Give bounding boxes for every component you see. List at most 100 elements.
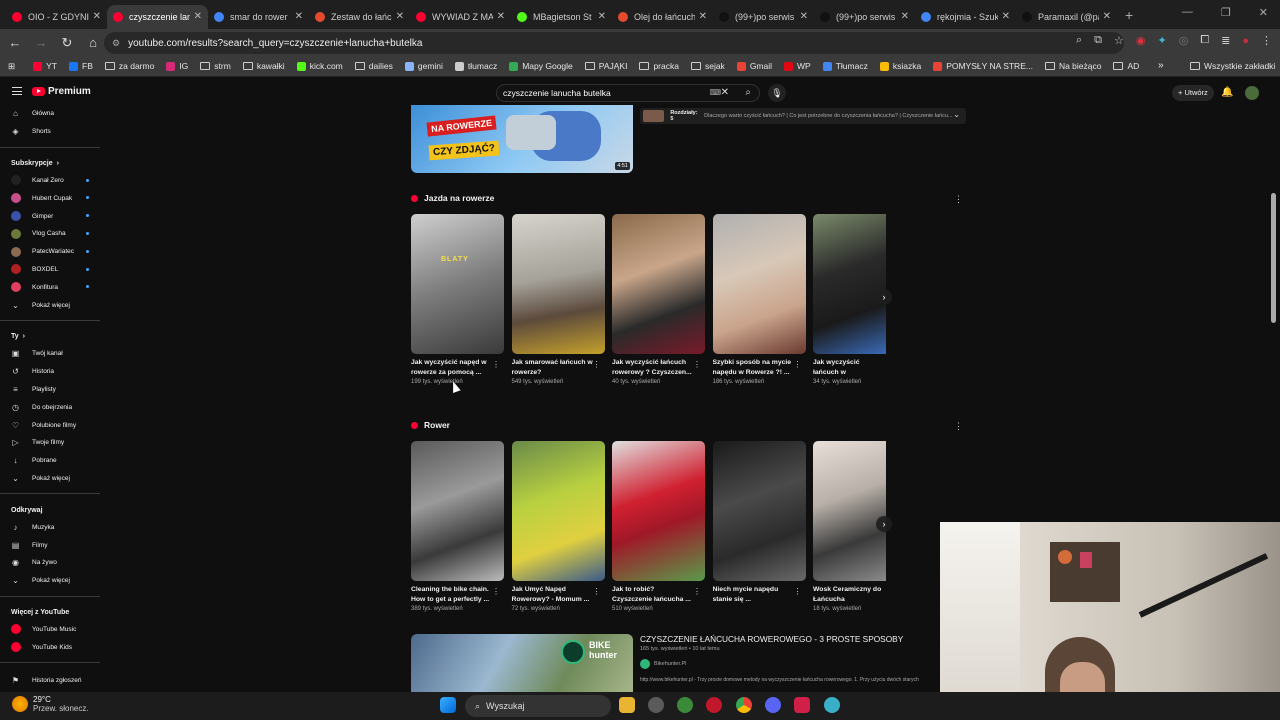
close-tab-icon[interactable]: ✕: [598, 11, 606, 22]
record-extension-icon[interactable]: ◉: [1136, 34, 1146, 47]
browser-tab[interactable]: czyszczenie lanu ✕: [107, 4, 208, 29]
short-more-icon[interactable]: ⋮: [492, 587, 500, 596]
bookmark-item[interactable]: tłumacz: [454, 61, 497, 71]
close-tab-icon[interactable]: ✕: [1002, 11, 1010, 22]
browser-tab[interactable]: (99+)po serwis ✕: [814, 5, 915, 29]
reload-icon[interactable]: ↻: [56, 35, 78, 51]
close-tab-icon[interactable]: ✕: [396, 11, 404, 22]
short-title[interactable]: Jak wyczyścić napęd w rowerze za pomocą …: [411, 358, 493, 377]
channel-link[interactable]: Bikehunter.Pl: [640, 659, 686, 669]
bookmark-item[interactable]: FB: [69, 61, 93, 71]
maximize-icon[interactable]: ❐: [1221, 6, 1231, 19]
video-thumbnail[interactable]: BIKE hunter: [411, 634, 633, 692]
weather-widget[interactable]: 29°C Przew. słonecz.: [12, 695, 89, 713]
short-thumbnail[interactable]: [712, 441, 806, 581]
short-thumbnail[interactable]: [612, 441, 705, 581]
short-more-icon[interactable]: ⋮: [693, 360, 701, 369]
short-more-icon[interactable]: ⋮: [794, 360, 802, 369]
short-title[interactable]: Szybki sposób na mycie napędu w Rowerze …: [713, 358, 795, 377]
shelf-more-icon[interactable]: ⋮: [954, 194, 963, 205]
bookmark-item[interactable]: WP: [784, 61, 811, 71]
bookmark-star-icon[interactable]: ☆: [1114, 34, 1124, 47]
sidebar-subscription[interactable]: PatecWariatec: [0, 243, 100, 261]
short-title[interactable]: Jak wyczyścić łańcuch rowerowy ? Czyszcz…: [612, 358, 694, 377]
short-thumbnail[interactable]: [511, 214, 605, 354]
sidebar-item-shorts[interactable]: ◈ Shorts: [0, 123, 100, 141]
sidebar-subscription[interactable]: Hubert Cupak: [0, 189, 100, 207]
create-button[interactable]: + Utwórz: [1172, 85, 1214, 101]
sidebar-item-report-history[interactable]: ⚑ Historia zgłoszeń: [0, 671, 100, 689]
bookmark-item[interactable]: Na bieżąco: [1044, 61, 1101, 71]
shelf-next-arrow-icon[interactable]: ›: [876, 516, 892, 532]
short-card[interactable]: Jak wyczyścić łańcuch w ekspresowym temp…: [813, 214, 886, 385]
sidebar-subscription[interactable]: BOXDEL: [0, 261, 100, 279]
sidebar-item-you[interactable]: ≡ Playlisty: [0, 381, 100, 399]
app-icon[interactable]: [648, 697, 664, 713]
short-card[interactable]: Szybki sposób na mycie napędu w Rowerze …: [712, 214, 806, 385]
short-title[interactable]: Niech mycie napędu stanie się ...: [713, 585, 795, 604]
short-title[interactable]: Jak wyczyścić łańcuch w ekspresowym temp…: [813, 358, 886, 377]
sidebar-item-you[interactable]: ▷ Twoje filmy: [0, 434, 100, 452]
bookmark-item[interactable]: Gmail: [736, 61, 772, 71]
sidebar-show-more[interactable]: ⌄ Pokaż więcej: [0, 296, 100, 314]
browser-tab[interactable]: smar do rower ✕: [208, 5, 309, 29]
short-title[interactable]: Jak Umyć Napęd Rowerowy? - Momum ...: [512, 585, 594, 604]
bookmark-item[interactable]: YT: [33, 61, 57, 71]
close-window-icon[interactable]: ✕: [1259, 6, 1268, 19]
short-more-icon[interactable]: ⋮: [593, 587, 601, 596]
forward-icon[interactable]: →: [30, 35, 52, 50]
sidebar-subscription[interactable]: Vlog Casha: [0, 225, 100, 243]
extension-icon[interactable]: ✦: [1157, 34, 1166, 47]
you-header[interactable]: Ty ›: [0, 329, 100, 345]
account-avatar[interactable]: [1245, 86, 1259, 100]
sidebar-subscription[interactable]: Konfitura: [0, 278, 100, 296]
short-title[interactable]: Wosk Ceramiczny do Łańcucha Rowerowego..…: [813, 585, 886, 604]
browser-tab[interactable]: Paramaxil (@pa ✕: [1016, 5, 1117, 29]
bookmark-item[interactable]: Mapy Google: [509, 61, 573, 71]
short-thumbnail[interactable]: [813, 214, 886, 354]
short-card[interactable]: Cleaning the bike chain. How to get a pe…: [411, 441, 504, 612]
short-thumbnail[interactable]: [411, 441, 504, 581]
close-tab-icon[interactable]: ✕: [699, 11, 707, 22]
search-input[interactable]: czyszczenie lanucha butelka ⌨ ✕ ⌕: [496, 84, 760, 102]
shelf-more-icon[interactable]: ⋮: [954, 421, 963, 432]
short-card[interactable]: Niech mycie napędu stanie się ... ⋮: [712, 441, 806, 606]
back-icon[interactable]: ←: [4, 35, 26, 50]
chevron-down-icon[interactable]: ⌄: [953, 110, 960, 119]
active-app-icon[interactable]: [794, 697, 810, 713]
discord-icon[interactable]: [765, 697, 781, 713]
windows-start-icon[interactable]: [440, 697, 456, 713]
address-bar[interactable]: ⚙ youtube.com/results?search_query=czysz…: [104, 32, 1124, 54]
sidebar-item-you[interactable]: ↓ Pobrane: [0, 452, 100, 470]
youtube-logo[interactable]: Premium: [32, 86, 91, 97]
sidebar-item-you[interactable]: ▣ Twój kanał: [0, 345, 100, 363]
profile-icon[interactable]: ●: [1242, 35, 1249, 47]
bookmark-item[interactable]: IG: [166, 61, 188, 71]
mic-icon[interactable]: 🎙: [768, 84, 786, 102]
sidebar-item-you[interactable]: ↺ Historia: [0, 363, 100, 381]
app-icon[interactable]: [824, 697, 840, 713]
clear-search-icon[interactable]: ✕: [721, 87, 729, 98]
bookmark-item[interactable]: za darmo: [104, 61, 154, 71]
extensions-puzzle-icon[interactable]: ⧠: [1200, 34, 1209, 47]
bookmark-item[interactable]: gemini: [404, 61, 443, 71]
browser-tab[interactable]: (99+)po serwis ✕: [713, 5, 814, 29]
sidebar-item-explore[interactable]: ▤ Filmy: [0, 536, 100, 554]
short-title[interactable]: Jak to robić? Czyszczenie łańcucha ...: [612, 585, 694, 604]
short-more-icon[interactable]: ⋮: [794, 587, 802, 596]
explore-header[interactable]: Odkrywaj: [0, 502, 100, 518]
sidebar-subscription[interactable]: Kanał Zero: [0, 172, 100, 190]
bookmark-item[interactable]: pracka: [639, 61, 679, 71]
sidebar-item-yt-app[interactable]: YouTube Kids: [0, 638, 100, 656]
browser-tab[interactable]: MBagietson St ✕: [511, 5, 612, 29]
extension-grey-icon[interactable]: ◎: [1179, 34, 1189, 47]
menu-hamburger-icon[interactable]: [12, 87, 22, 95]
search-icon[interactable]: ⌕: [745, 87, 751, 98]
close-tab-icon[interactable]: ✕: [1103, 11, 1111, 22]
bookmark-item[interactable]: PAJĄKI: [584, 61, 627, 71]
bookmark-item[interactable]: strm: [200, 61, 231, 71]
sidebar-item-explore[interactable]: ♪ Muzyka: [0, 518, 100, 536]
short-title[interactable]: Jak smarować łańcuch w rowerze?: [512, 358, 594, 377]
short-thumbnail[interactable]: BLATY: [411, 214, 504, 354]
site-info-icon[interactable]: ⚙: [112, 38, 120, 49]
